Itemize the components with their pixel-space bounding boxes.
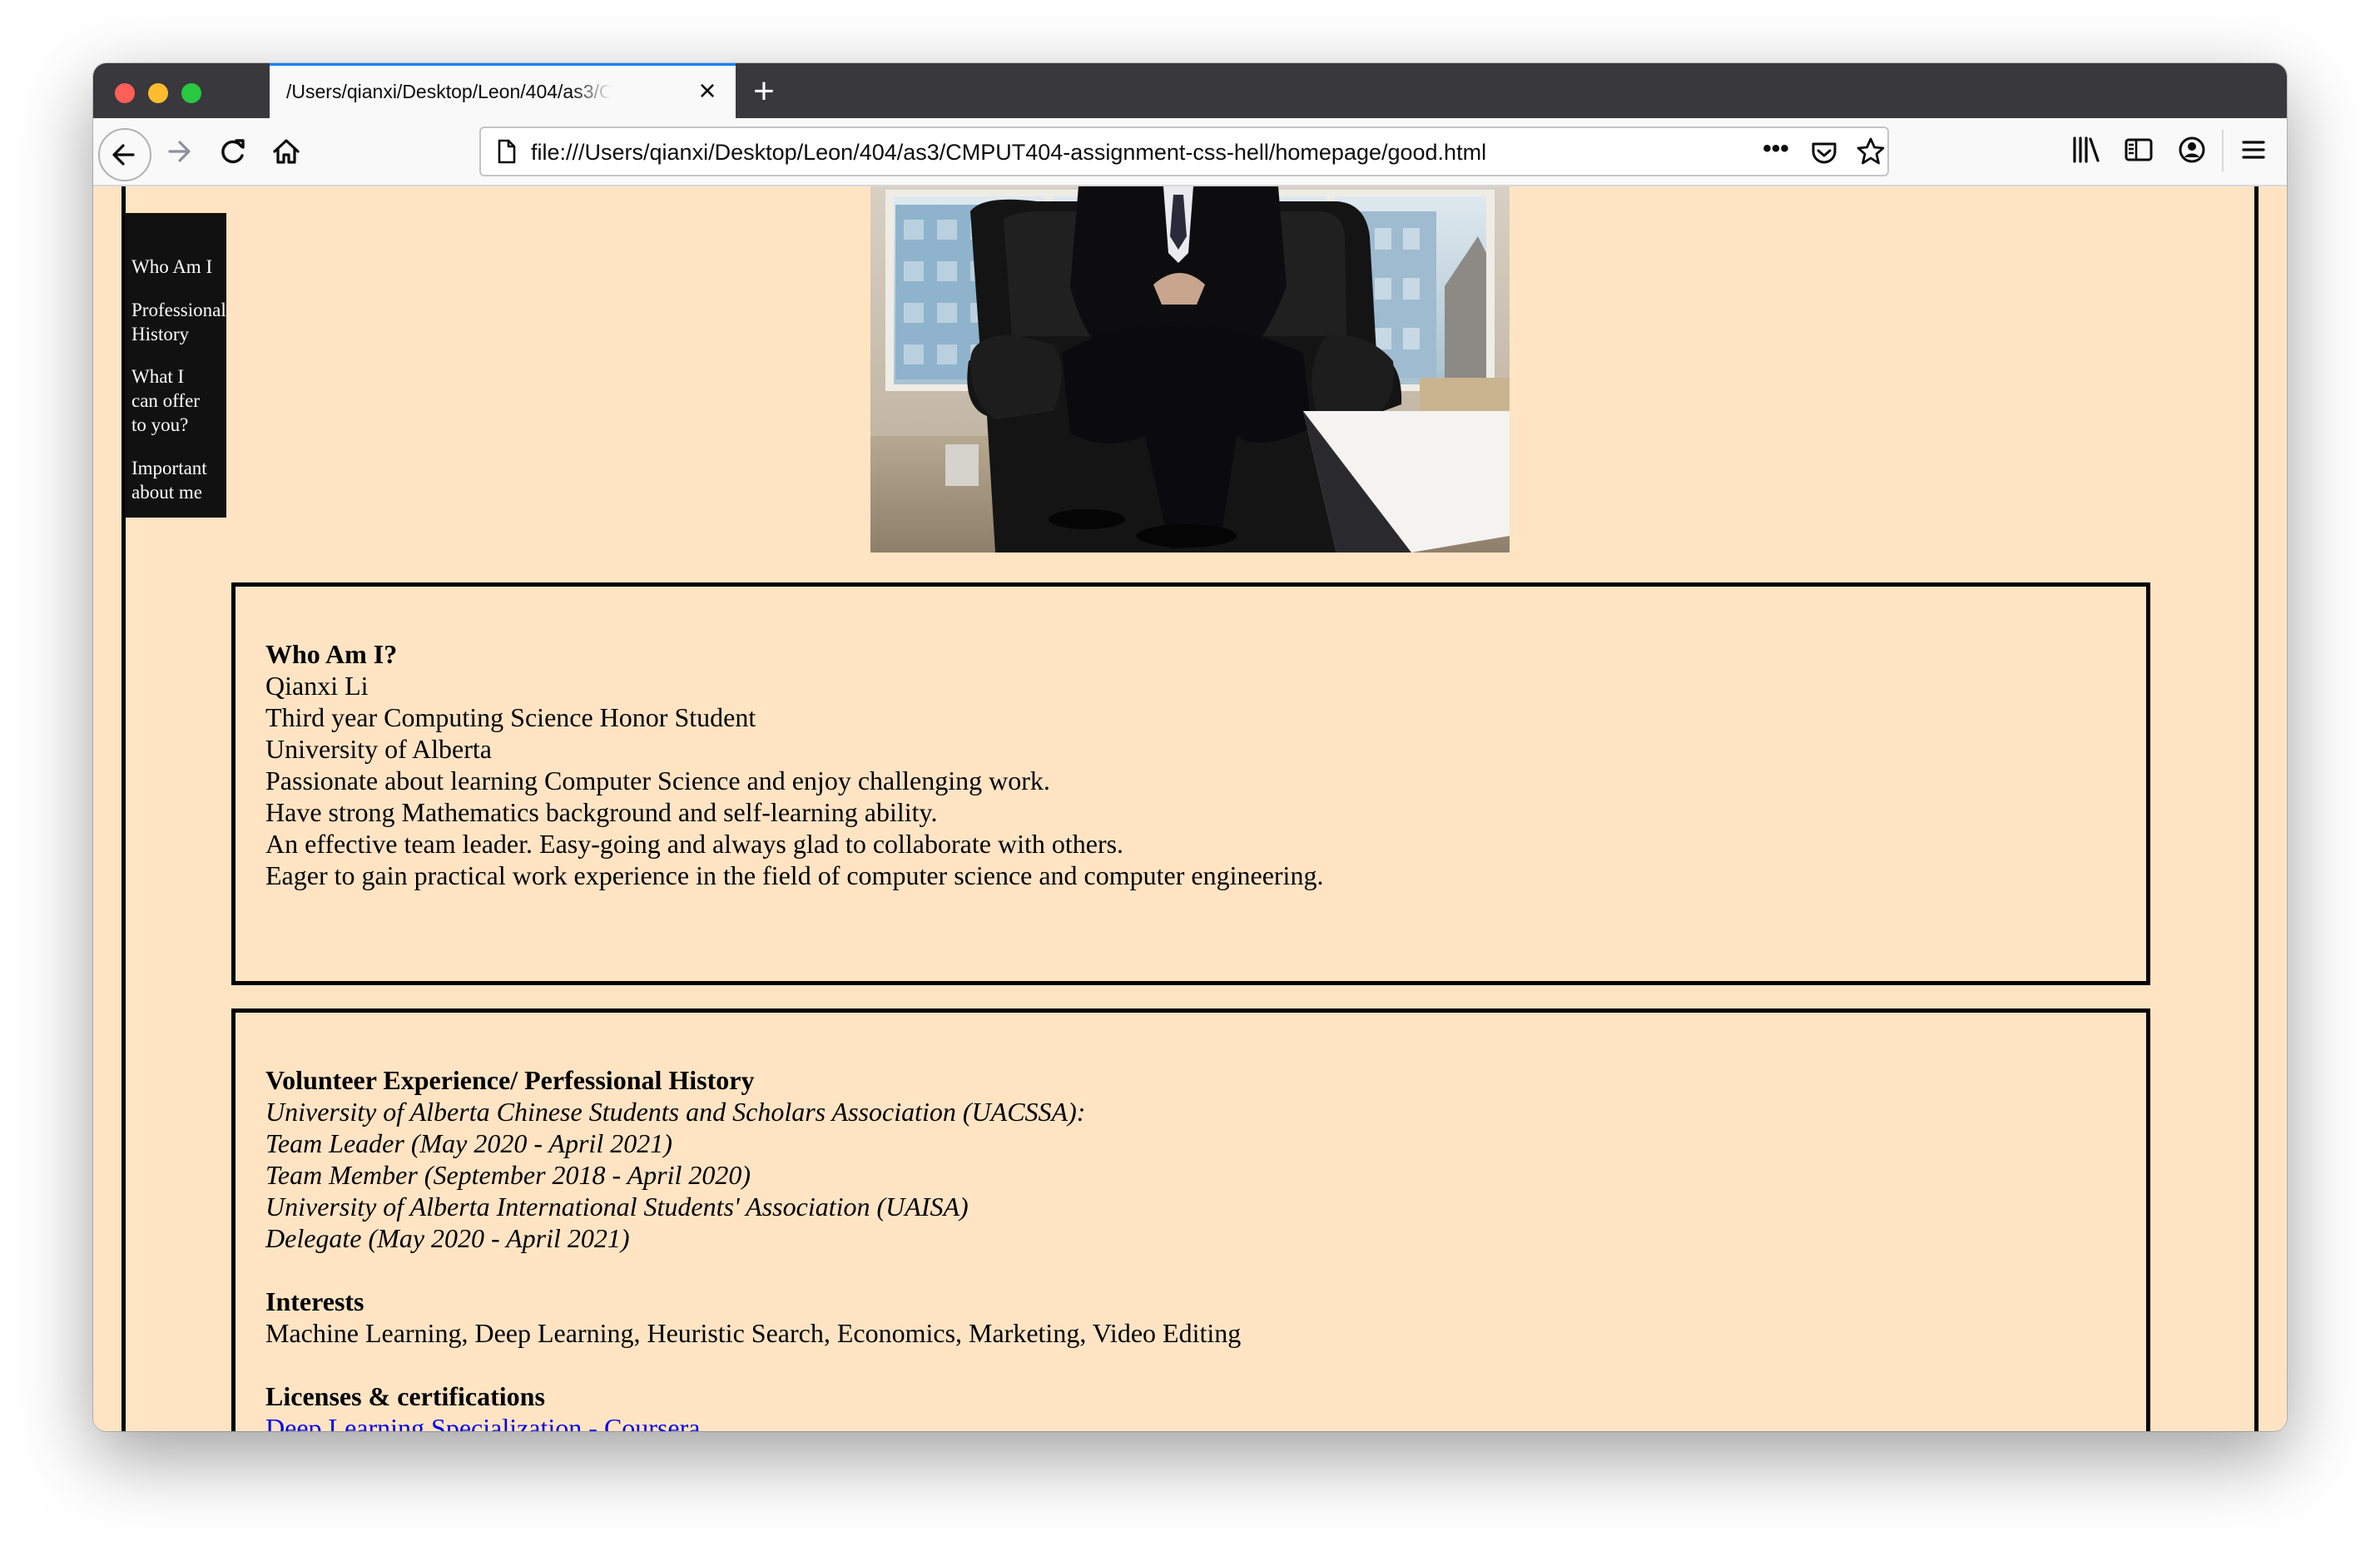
page-content[interactable]: Who Am I Professional History What I can… bbox=[93, 186, 2287, 1431]
sidebar-item-important-about-me[interactable]: Important about me bbox=[131, 456, 226, 504]
page-border-right bbox=[2254, 186, 2259, 1431]
about-section: Who Am I? Qianxi Li Third year Computing… bbox=[231, 582, 2150, 985]
history-entry: University of Alberta International Stud… bbox=[265, 1192, 969, 1222]
about-line: Have strong Mathematics background and s… bbox=[265, 797, 938, 827]
reload-icon[interactable] bbox=[211, 130, 255, 173]
about-line: University of Alberta bbox=[265, 734, 492, 764]
url-text: file:///Users/qianxi/Desktop/Leon/404/as… bbox=[531, 140, 1487, 165]
plus-icon[interactable]: + bbox=[746, 73, 782, 110]
about-line: Passionate about learning Computer Scien… bbox=[265, 766, 1050, 795]
license-link[interactable]: Deep Learning Specialization - Coursera bbox=[265, 1412, 1241, 1431]
licenses-heading: Licenses & certifications bbox=[265, 1381, 545, 1411]
library-icon[interactable] bbox=[2067, 131, 2104, 168]
history-entry: Team Leader (May 2020 - April 2021) bbox=[265, 1128, 672, 1158]
pocket-icon[interactable] bbox=[1807, 136, 1841, 170]
sidebar-item-what-i-can-offer[interactable]: What I can offer to you? bbox=[131, 364, 226, 437]
page-icon[interactable] bbox=[491, 136, 521, 166]
account-icon[interactable] bbox=[2174, 131, 2210, 168]
minimize-window-button[interactable] bbox=[148, 83, 168, 103]
sidebar-item-professional-history[interactable]: Professional History bbox=[131, 298, 226, 346]
arrow-right-icon[interactable] bbox=[158, 130, 201, 173]
interests-text: Machine Learning, Deep Learning, Heurist… bbox=[265, 1318, 1242, 1348]
arrow-left-icon[interactable] bbox=[98, 128, 151, 181]
tab-active[interactable]: /Users/qianxi/Desktop/Leon/404/as3/CMPUT… bbox=[270, 63, 736, 118]
about-line: An effective team leader. Easy-going and… bbox=[265, 829, 1124, 859]
history-heading: Volunteer Experience/ Perfessional Histo… bbox=[265, 1065, 755, 1095]
close-icon[interactable]: × bbox=[692, 76, 722, 106]
page-actions-button[interactable]: ••• bbox=[1758, 135, 1794, 168]
star-icon[interactable] bbox=[1854, 135, 1887, 168]
history-entry: Team Member (September 2018 - April 2020… bbox=[265, 1160, 751, 1190]
tab-strip: /Users/qianxi/Desktop/Leon/404/as3/CMPUT… bbox=[93, 63, 2287, 118]
home-icon[interactable] bbox=[265, 130, 308, 173]
history-entry: University of Alberta Chinese Students a… bbox=[265, 1097, 1086, 1127]
close-window-button[interactable] bbox=[115, 83, 135, 103]
tab-title: /Users/qianxi/Desktop/Leon/404/as3/CMPUT… bbox=[286, 81, 611, 102]
toolbar-divider bbox=[2222, 130, 2224, 171]
sidebar-item-who-am-i[interactable]: Who Am I bbox=[131, 255, 226, 279]
sidebar-icon[interactable] bbox=[2120, 131, 2157, 168]
about-line: Qianxi Li bbox=[265, 671, 369, 701]
about-line: Eager to gain practical work experience … bbox=[265, 860, 1324, 890]
nav-bar: file:///Users/qianxi/Desktop/Leon/404/as… bbox=[93, 118, 2287, 186]
history-section: Volunteer Experience/ Perfessional Histo… bbox=[231, 1008, 2150, 1431]
about-line: Third year Computing Science Honor Stude… bbox=[265, 702, 756, 732]
hamburger-icon[interactable] bbox=[2235, 131, 2272, 168]
side-navigation: Who Am I Professional History What I can… bbox=[125, 213, 226, 518]
zoom-window-button[interactable] bbox=[181, 83, 201, 103]
about-heading: Who Am I? bbox=[265, 639, 398, 669]
url-bar[interactable]: file:///Users/qianxi/Desktop/Leon/404/as… bbox=[479, 126, 1889, 176]
history-entry: Delegate (May 2020 - April 2021) bbox=[265, 1223, 630, 1253]
profile-photo bbox=[870, 186, 1510, 553]
interests-heading: Interests bbox=[265, 1286, 364, 1316]
browser-window: /Users/qianxi/Desktop/Leon/404/as3/CMPUT… bbox=[93, 63, 2287, 1431]
